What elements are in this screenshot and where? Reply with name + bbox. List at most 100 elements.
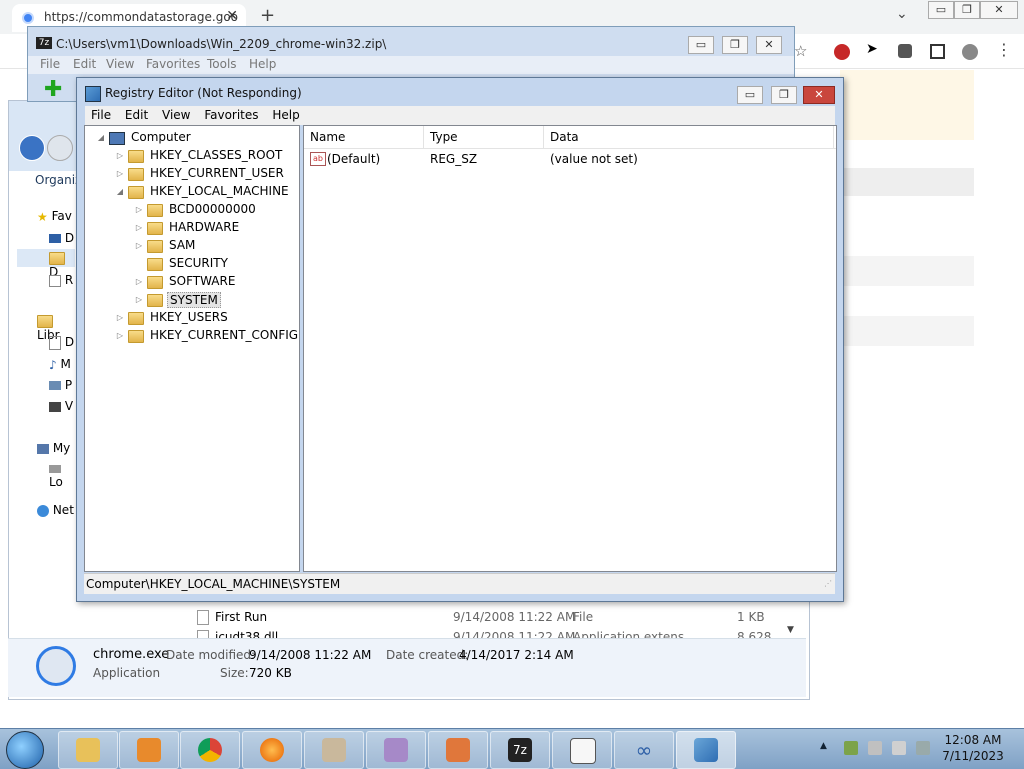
organize-button[interactable]: Organiz <box>35 173 81 187</box>
taskbar-regedit-button[interactable] <box>676 731 736 769</box>
regedit-menu-help[interactable]: Help <box>272 108 299 122</box>
expand-arrow-icon[interactable]: ▷ <box>135 205 143 214</box>
tab-search-icon[interactable]: ⌄ <box>896 6 908 22</box>
tray-volume-muted-icon[interactable] <box>916 741 930 755</box>
7zip-menu-favorites[interactable]: Favorites <box>146 57 200 71</box>
value-row[interactable]: ab (Default) REG_SZ (value not set) <box>304 150 836 168</box>
chrome-close-button[interactable]: ✕ <box>980 1 1018 19</box>
expand-arrow-icon[interactable]: ▷ <box>135 277 143 286</box>
scroll-down-arrow-icon[interactable]: ▼ <box>787 625 794 635</box>
registry-tree[interactable]: ◢ Computer ▷ HKEY_CLASSES_ROOT ▷ HKEY_CURRENT… <box>84 125 300 572</box>
7zip-minimize-button[interactable]: ▭ <box>688 36 714 54</box>
forward-button-icon[interactable] <box>47 135 73 161</box>
expand-arrow-icon[interactable]: ▷ <box>135 295 143 304</box>
7zip-menu-help[interactable]: Help <box>249 57 276 71</box>
folder-icon <box>128 186 144 199</box>
taskbar: 7z ∞ ▲ 12:08 AM 7/11/2023 <box>0 728 1024 769</box>
resize-grip-icon[interactable]: ⋰ <box>824 579 832 588</box>
file-icon <box>197 610 209 625</box>
tree-node[interactable]: ▷ SYSTEM <box>85 291 297 309</box>
taskbar-paint-brush-button[interactable] <box>428 731 488 769</box>
tree-node[interactable]: ▷ HKEY_USERS <box>85 309 297 327</box>
regedit-menu-favorites[interactable]: Favorites <box>204 108 258 122</box>
tree-node[interactable]: ▷ HKEY_CLASSES_ROOT <box>85 147 297 165</box>
tree-node[interactable]: ◢ HKEY_LOCAL_MACHINE <box>85 183 297 201</box>
tree-node[interactable]: ▷ SAM <box>85 237 297 255</box>
regedit-menu-edit[interactable]: Edit <box>125 108 148 122</box>
nav-item[interactable]: D <box>65 335 74 349</box>
tray-display-icon[interactable] <box>892 741 906 755</box>
nav-item-computer[interactable]: My <box>53 441 70 455</box>
7zip-menu-edit[interactable]: Edit <box>73 57 96 71</box>
taskbar-notepad-button[interactable] <box>552 731 612 769</box>
regedit-minimize-button[interactable]: ▭ <box>737 86 763 104</box>
taskbar-firefox-button[interactable] <box>242 731 302 769</box>
chrome-minimize-button[interactable]: ▭ <box>928 1 954 19</box>
taskbar-scissors-button[interactable] <box>366 731 426 769</box>
tree-node[interactable]: ▷ HARDWARE <box>85 219 297 237</box>
taskbar-paint-button[interactable] <box>304 731 364 769</box>
7zip-menu-tools[interactable]: Tools <box>207 57 237 71</box>
nav-item-favorites[interactable]: Fav <box>52 209 72 223</box>
nav-item-network[interactable]: Net <box>53 503 74 517</box>
show-hidden-icons-icon[interactable]: ▲ <box>820 741 827 751</box>
extension-cursor-icon[interactable]: ➤ <box>866 41 882 57</box>
expand-arrow-icon[interactable]: ▷ <box>135 241 143 250</box>
tree-node[interactable]: SECURITY <box>85 255 297 273</box>
nav-item[interactable]: D <box>65 231 74 245</box>
bookmark-star-icon[interactable]: ☆ <box>794 42 810 60</box>
regedit-close-button[interactable]: ✕ <box>803 86 835 104</box>
side-panel-icon[interactable] <box>930 44 945 59</box>
nav-item[interactable]: M <box>61 357 71 371</box>
7zip-menu-view[interactable]: View <box>106 57 134 71</box>
taskbar-explorer-button[interactable] <box>58 731 118 769</box>
expand-arrow-icon[interactable]: ▷ <box>116 313 124 322</box>
tree-node[interactable]: ▷ SOFTWARE <box>85 273 297 291</box>
expand-arrow-icon[interactable]: ▷ <box>116 331 124 340</box>
taskbar-chrome-button[interactable] <box>180 731 240 769</box>
taskbar-7zip-button[interactable]: 7z <box>490 731 550 769</box>
tree-node[interactable]: ▷ HKEY_CURRENT_CONFIG <box>85 327 298 345</box>
7zip-maximize-button[interactable]: ❐ <box>722 36 748 54</box>
expand-arrow-icon[interactable]: ▷ <box>116 169 124 178</box>
expand-arrow-icon[interactable]: ▷ <box>116 151 124 160</box>
tree-node[interactable]: ◢ Computer <box>85 129 297 147</box>
tray-network-icon[interactable] <box>844 741 858 755</box>
file-row[interactable]: First Run 9/14/2008 11:22 AM File 1 KB <box>197 607 777 627</box>
nav-item[interactable]: R <box>65 273 73 287</box>
expand-arrow-icon[interactable]: ▷ <box>135 223 143 232</box>
collapse-arrow-icon[interactable]: ◢ <box>116 187 124 196</box>
nav-item[interactable]: Lo <box>49 475 63 489</box>
tab-close-icon[interactable]: ✕ <box>226 8 238 24</box>
nav-item[interactable]: V <box>65 399 73 413</box>
start-button-icon[interactable] <box>6 731 44 769</box>
7zip-close-button[interactable]: ✕ <box>756 36 782 54</box>
extensions-puzzle-icon[interactable] <box>898 44 912 58</box>
7zip-menu-file[interactable]: File <box>40 57 60 71</box>
chrome-menu-icon[interactable]: ⋮ <box>996 40 1012 59</box>
column-header-name[interactable]: Name <box>304 126 424 148</box>
extension-red-icon[interactable] <box>834 44 850 60</box>
back-button-icon[interactable] <box>19 135 45 161</box>
tree-node[interactable]: ▷ HKEY_CURRENT_USER <box>85 165 297 183</box>
music-icon: ♪ <box>49 357 57 372</box>
tray-action-center-icon[interactable] <box>868 741 882 755</box>
taskbar-media-player-button[interactable] <box>119 731 179 769</box>
file-size: 1 KB <box>737 610 765 624</box>
profile-avatar-icon[interactable] <box>962 44 978 60</box>
regedit-maximize-button[interactable]: ❐ <box>771 86 797 104</box>
taskbar-infinity-button[interactable]: ∞ <box>614 731 674 769</box>
registry-values-list: Name Type Data ab (Default) REG_SZ (valu… <box>303 125 837 572</box>
7zip-add-icon[interactable]: ✚ <box>44 79 62 101</box>
regedit-menu-view[interactable]: View <box>162 108 190 122</box>
tree-node[interactable]: ▷ BCD00000000 <box>85 201 297 219</box>
nav-item[interactable]: P <box>65 378 72 392</box>
column-header-type[interactable]: Type <box>424 126 544 148</box>
chrome-maximize-button[interactable]: ❐ <box>954 1 980 19</box>
tray-clock[interactable]: 12:08 AM 7/11/2023 <box>942 733 1004 763</box>
new-tab-button[interactable]: + <box>260 5 275 26</box>
column-header-data[interactable]: Data <box>544 126 834 148</box>
folder-icon <box>128 330 144 343</box>
regedit-menu-file[interactable]: File <box>91 108 111 122</box>
collapse-arrow-icon[interactable]: ◢ <box>97 133 105 142</box>
